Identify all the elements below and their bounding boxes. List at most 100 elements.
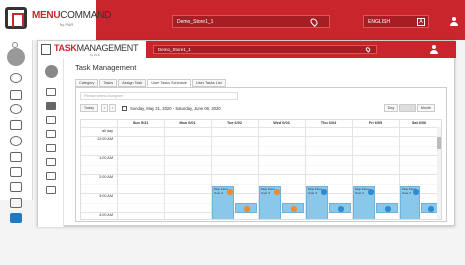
day-header: Sat 6/06 <box>411 121 427 125</box>
scrollbar-thumb[interactable] <box>437 137 441 149</box>
day-header: Tue 6/02 <box>227 121 242 125</box>
grid-line <box>164 120 165 219</box>
time-label: 12:00 AM <box>96 137 113 141</box>
tm-store-dropdown[interactable]: Demo_Store1_1 <box>153 45 377 54</box>
month-view-button[interactable]: Month <box>417 104 435 112</box>
org-chart-icon[interactable] <box>46 130 56 138</box>
task-event[interactable]: Mop Floor User 2 <box>306 186 328 219</box>
event-user: User 2 <box>402 190 412 195</box>
task-event[interactable]: Mop Floor User 2 <box>353 186 375 219</box>
taskmanagement-logo[interactable]: TASKMANAGEMENT by PAR <box>38 41 146 58</box>
document-icon[interactable] <box>46 144 56 152</box>
event-user: User 2 <box>308 190 318 195</box>
status-badge <box>274 189 280 195</box>
grid-line <box>81 165 441 166</box>
task-event[interactable]: Mop Floor User 2 <box>400 186 420 219</box>
time-label: all day <box>102 129 113 133</box>
language-dropdown[interactable]: ENGLISH A <box>363 15 429 28</box>
time-label: 3:00 AM <box>99 194 113 198</box>
next-button[interactable]: › <box>109 104 116 112</box>
week-calendar: Sun 5/31 Mon 6/01 Tue 6/02 Wed 6/03 Thu … <box>80 119 442 220</box>
status-badge <box>291 206 297 212</box>
top-bar: MENUCOMMAND by PAR Demo_Store1_1 ENGLISH… <box>0 0 465 40</box>
tm-logo-sub: by PAR <box>90 53 100 57</box>
task-event[interactable] <box>235 203 257 213</box>
language-icon: A <box>417 18 425 26</box>
logo-sub: by PAR <box>60 22 74 27</box>
task-event[interactable] <box>376 203 398 213</box>
tm-brand-red: TASK <box>54 43 77 53</box>
tm-user-icon[interactable] <box>430 45 439 54</box>
dashboard-icon[interactable] <box>10 73 22 83</box>
status-badge <box>385 206 391 212</box>
tm-store-label: Demo_Store1_1 <box>158 47 191 52</box>
report-icon[interactable] <box>10 167 22 177</box>
task-event[interactable] <box>282 203 304 213</box>
calendar-toolbar: Today ‹ › Sunday, May 31, 2020 - Saturda… <box>76 104 448 116</box>
task-management-window: TASKMANAGEMENT by PAR Demo_Store1_1 Task… <box>37 40 456 227</box>
tag-icon[interactable] <box>10 152 22 162</box>
date-range: Sunday, May 31, 2020 - Saturday, June 06… <box>130 106 221 111</box>
tab-assign-task[interactable]: Assign Task <box>118 79 147 87</box>
schedule-panel: Please select Assignee Today ‹ › Sunday,… <box>75 87 447 222</box>
calendar-icon[interactable] <box>46 158 56 166</box>
task-event[interactable] <box>421 203 438 213</box>
clipboard-icon <box>41 44 51 55</box>
day-header: Sun 5/31 <box>132 121 149 125</box>
logo-brand-dark: COMMAND <box>60 10 111 21</box>
event-user: User 2 <box>214 190 224 195</box>
copy-icon[interactable] <box>10 120 22 130</box>
grid-line <box>81 146 441 147</box>
calendar-icon[interactable] <box>122 106 127 111</box>
assignee-select[interactable]: Please select Assignee <box>80 92 238 100</box>
main-sidebar <box>0 40 33 223</box>
status-badge <box>413 189 419 195</box>
monitor-icon[interactable] <box>46 116 56 124</box>
status-badge <box>368 189 374 195</box>
today-button[interactable]: Today <box>80 104 98 112</box>
day-header: Mon 6/01 <box>179 121 196 125</box>
grid-line <box>81 127 441 128</box>
tab-tasks[interactable]: Tasks <box>99 79 118 87</box>
status-badge <box>338 206 344 212</box>
tm-brand-dark: MANAGEMENT <box>76 43 139 53</box>
file-icon[interactable] <box>46 186 56 194</box>
task-list-icon[interactable] <box>46 102 56 110</box>
event-user: User 2 <box>261 190 271 195</box>
tab-category[interactable]: Category <box>75 79 99 87</box>
grid-line <box>117 120 118 219</box>
tm-sidebar <box>38 58 64 227</box>
prev-button[interactable]: ‹ <box>101 104 108 112</box>
avatar[interactable] <box>45 65 58 78</box>
device-icon[interactable] <box>10 198 22 208</box>
store-dropdown[interactable]: Demo_Store1_1 <box>172 15 330 28</box>
grid-icon[interactable] <box>10 90 22 100</box>
day-header: Thu 6/04 <box>320 121 337 125</box>
cloud-icon[interactable] <box>10 104 22 114</box>
grid-line <box>81 155 441 156</box>
tab-user-tasks-schedule[interactable]: User Tasks Schedule <box>147 79 191 87</box>
tab-user-tasks-list[interactable]: User Tasks List <box>191 79 226 87</box>
language-label: ENGLISH <box>368 19 390 25</box>
gear-icon[interactable] <box>10 136 22 146</box>
week-view-button[interactable]: Week <box>399 104 416 112</box>
time-label: 4:00 AM <box>99 213 113 217</box>
menucommand-logo[interactable]: MENUCOMMAND by PAR <box>0 0 111 40</box>
report-icon[interactable] <box>46 172 56 180</box>
dashboard-icon[interactable] <box>46 88 56 96</box>
user-add-icon[interactable] <box>10 182 22 192</box>
status-badge <box>227 189 233 195</box>
event-user: User 2 <box>355 190 365 195</box>
time-label: 1:00 AM <box>99 156 113 160</box>
day-header: Fri 6/05 <box>368 121 383 125</box>
day-view-button[interactable]: Day <box>384 104 398 112</box>
user-icon[interactable] <box>449 17 459 27</box>
task-event[interactable]: Mop Floor User 2 <box>212 186 234 219</box>
task-event[interactable] <box>329 203 351 213</box>
avatar[interactable] <box>7 48 25 66</box>
grid-line <box>81 174 441 175</box>
task-event[interactable]: Mop Floor User 2 <box>259 186 281 219</box>
calendar-scrollbar[interactable] <box>437 127 441 219</box>
grid-line <box>81 136 441 137</box>
task-management-icon[interactable] <box>10 213 22 223</box>
